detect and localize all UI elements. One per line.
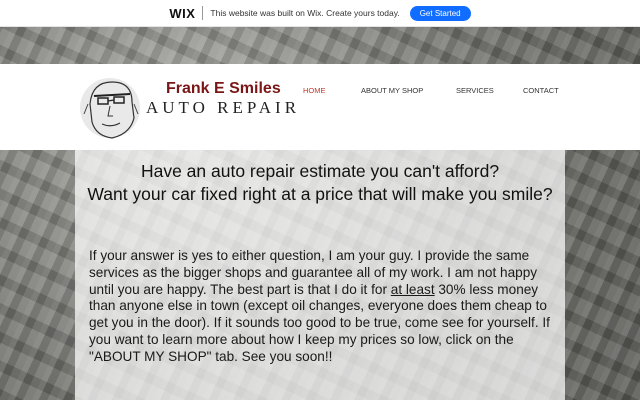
headline: Have an auto repair estimate you can't a… xyxy=(0,160,640,206)
header-banner-image xyxy=(0,26,640,64)
wix-banner: WIX This website was built on Wix. Creat… xyxy=(0,0,640,27)
nav-contact[interactable]: CONTACT xyxy=(523,86,559,95)
wix-logo[interactable]: WIX xyxy=(169,6,195,21)
nav-services[interactable]: SERVICES xyxy=(456,86,494,95)
intro-paragraph: If your answer is yes to either question… xyxy=(89,248,559,366)
paragraph-underlined-text: at least xyxy=(390,281,435,297)
nav-home[interactable]: HOME xyxy=(303,86,326,95)
nav-about-my-shop[interactable]: ABOUT MY SHOP xyxy=(361,86,423,95)
brand-subtitle[interactable]: AUTO REPAIR xyxy=(146,98,300,118)
banner-divider xyxy=(202,6,204,20)
wix-banner-message: This website was built on Wix. Create yo… xyxy=(210,8,400,18)
site-header: Frank E Smiles AUTO REPAIR HOME ABOUT MY… xyxy=(0,64,640,150)
get-started-button[interactable]: Get Started xyxy=(409,5,471,21)
main-nav: HOME ABOUT MY SHOP SERVICES CONTACT xyxy=(0,86,640,100)
headline-line-2: Want your car fixed right at a price tha… xyxy=(87,184,553,204)
headline-line-1: Have an auto repair estimate you can't a… xyxy=(140,161,500,181)
sketched-face-icon[interactable] xyxy=(80,74,142,144)
